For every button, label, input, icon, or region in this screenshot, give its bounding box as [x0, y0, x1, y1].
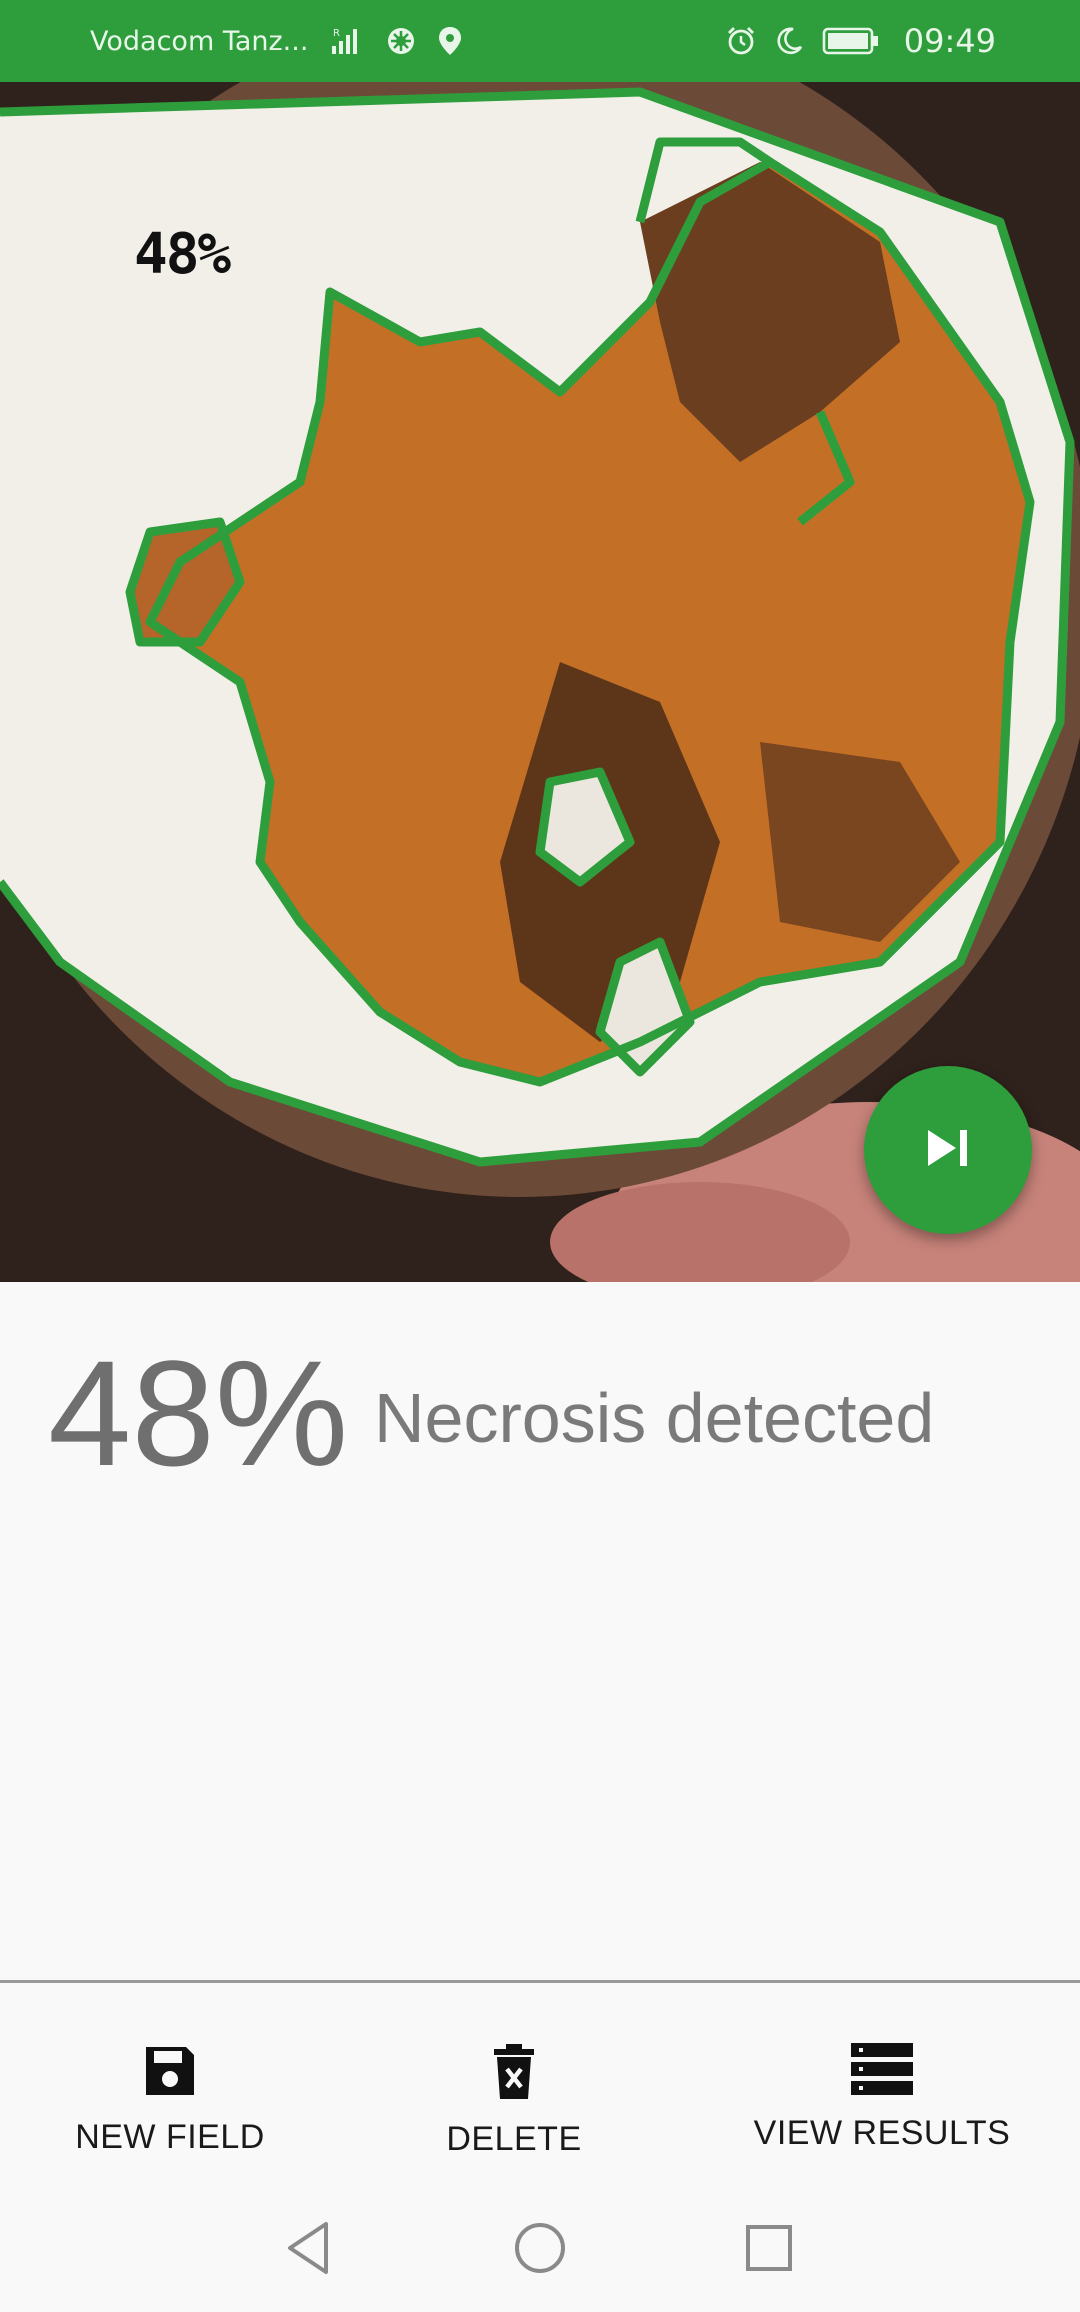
action-bar: NEW FIELD DELETE VIEW RESULTS [0, 1983, 1080, 2186]
home-icon[interactable] [513, 2220, 567, 2281]
new-field-label: NEW FIELD [75, 2118, 265, 2156]
overlay-percent-label: 48% [134, 222, 231, 287]
status-left: Vodacom Tanz... R [90, 0, 462, 82]
skip-next-icon [924, 1126, 972, 1175]
battery-icon [822, 27, 880, 55]
necrosis-percent: 48% [48, 1329, 349, 1497]
alarm-icon [726, 26, 756, 56]
clock: 09:49 [903, 22, 996, 60]
delete-label: DELETE [446, 2120, 582, 2158]
view-results-button[interactable]: VIEW RESULTS [752, 2043, 1012, 2153]
delete-button[interactable]: DELETE [404, 2043, 624, 2159]
status-bar: Vodacom Tanz... R 09:49 [0, 0, 1080, 82]
skip-next-button[interactable] [864, 1066, 1032, 1234]
carrier-name: Vodacom Tanz... [90, 25, 309, 57]
necrosis-label: Necrosis detected [374, 1379, 935, 1457]
trash-icon [490, 2043, 538, 2106]
svg-text:R: R [333, 28, 340, 39]
list-icon [851, 2043, 913, 2100]
new-field-button[interactable]: NEW FIELD [60, 2043, 280, 2157]
location-icon [438, 26, 462, 56]
status-right: 09:49 [726, 0, 996, 82]
signal-icon: R [330, 26, 364, 56]
moon-icon [774, 26, 804, 56]
save-icon [142, 2043, 198, 2104]
back-icon[interactable] [284, 2220, 332, 2281]
view-results-label: VIEW RESULTS [753, 2114, 1011, 2152]
system-nav-bar [0, 2186, 1080, 2312]
data-icon [386, 26, 416, 56]
recents-icon[interactable] [744, 2220, 794, 2281]
screen: Vodacom Tanz... R 09:49 48% 48% Necrosis… [0, 0, 1080, 2312]
